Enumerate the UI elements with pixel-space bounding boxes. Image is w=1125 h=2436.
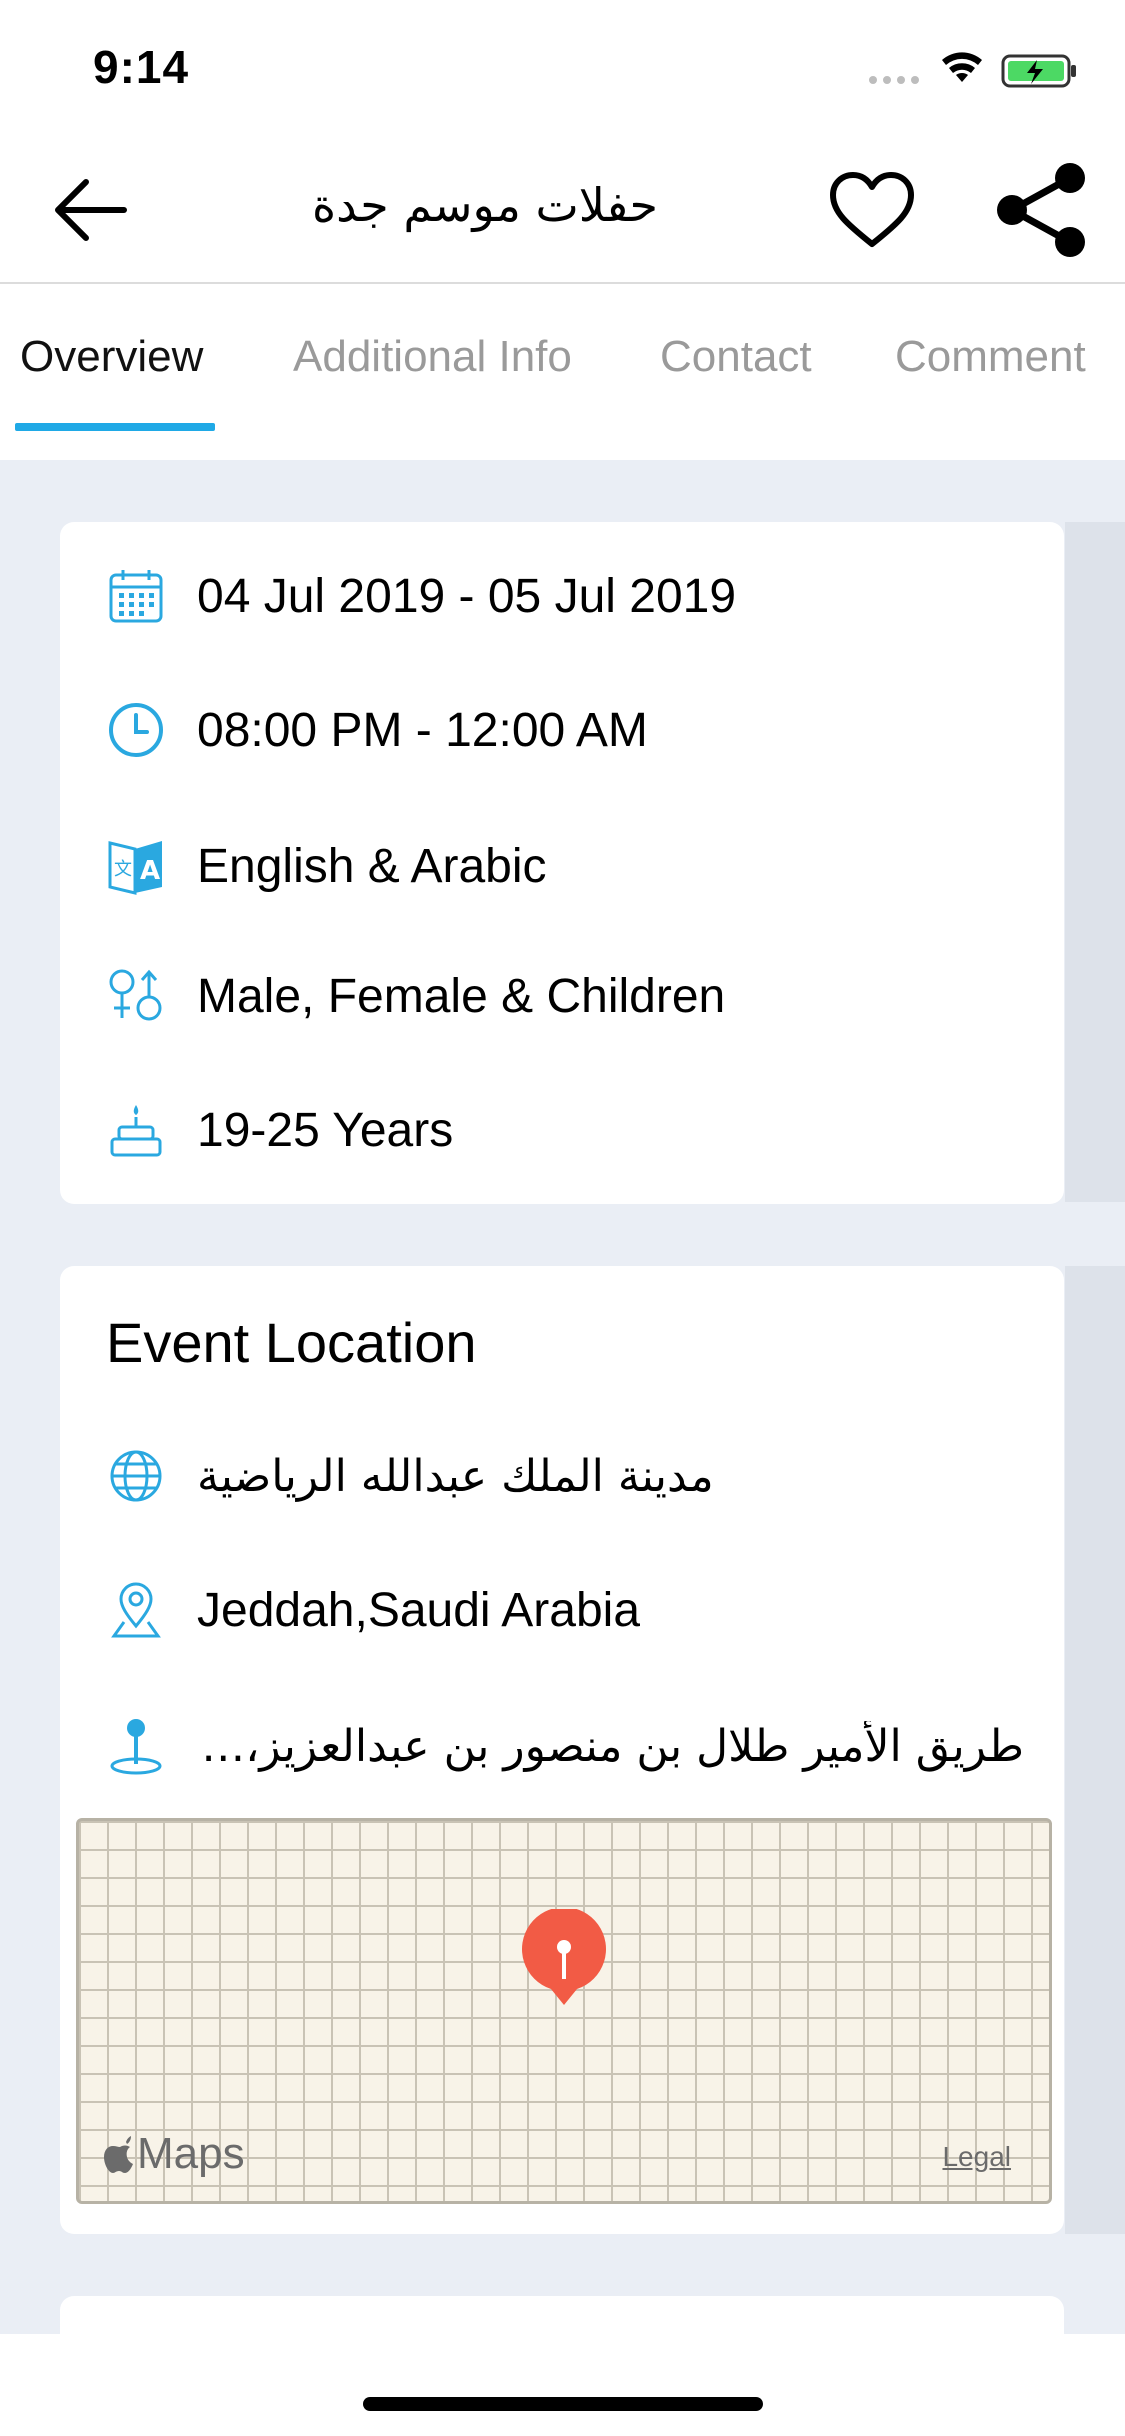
map-pin-icon[interactable] — [519, 1909, 609, 2009]
apple-maps-logo: Maps — [103, 2129, 245, 2179]
svg-text:A: A — [140, 856, 160, 886]
address: طريق الأمير طلال بن منصور بن عبدالعزيز، … — [197, 1720, 1024, 1772]
city-row: Jeddah,Saudi Arabia — [105, 1570, 1024, 1650]
battery-icon — [1001, 54, 1076, 88]
wifi-icon — [942, 52, 982, 82]
active-tab-indicator — [15, 423, 215, 431]
location-map[interactable]: Maps Legal — [76, 1818, 1052, 2204]
share-icon — [997, 163, 1085, 257]
card-edge — [1065, 522, 1125, 1202]
date-range: 04 Jul 2019 - 05 Jul 2019 — [197, 569, 737, 623]
time-row: 08:00 PM - 12:00 AM — [105, 690, 1024, 770]
location-pin-icon — [105, 1579, 167, 1641]
language-row: A 文 English & Arabic — [105, 826, 1024, 906]
tab-comment[interactable]: Comment — [895, 332, 1086, 382]
event-location-title: Event Location — [106, 1311, 477, 1374]
calendar-icon — [105, 565, 167, 627]
home-indicator-area — [0, 2334, 1125, 2436]
tab-overview[interactable]: Overview — [20, 332, 203, 382]
globe-icon — [105, 1445, 167, 1507]
svg-text:文: 文 — [114, 859, 132, 880]
venue-row: مدينة الملك عبدالله الرياضية — [105, 1436, 1024, 1516]
clock-icon — [105, 699, 167, 761]
apple-logo-icon — [104, 2136, 133, 2173]
status-icons — [865, 48, 1085, 92]
gender-icon — [105, 965, 167, 1027]
address-row: طريق الأمير طلال بن منصور بن عبدالعزيز، … — [105, 1706, 1024, 1786]
navigation-bar: حفلات موسم جدة — [0, 140, 1125, 284]
tab-additional-info[interactable]: Additional Info — [293, 332, 572, 382]
birthday-cake-icon — [105, 1099, 167, 1161]
audience-row: Male, Female & Children — [105, 956, 1024, 1036]
heart-icon — [830, 172, 914, 247]
overview-card: 04 Jul 2019 - 05 Jul 2019 08:00 PM - 12:… — [60, 522, 1064, 1204]
signal-icon — [869, 76, 919, 84]
venue-name: مدينة الملك عبدالله الرياضية — [197, 1450, 714, 1502]
date-row: 04 Jul 2019 - 05 Jul 2019 — [105, 556, 1024, 636]
back-arrow-icon — [55, 179, 127, 241]
home-indicator[interactable] — [363, 2397, 763, 2411]
time-range: 08:00 PM - 12:00 AM — [197, 703, 648, 757]
back-button[interactable] — [40, 160, 140, 260]
map-legal-link[interactable]: Legal — [942, 2141, 1011, 2173]
languages: English & Arabic — [197, 839, 547, 893]
map-marker-icon — [105, 1715, 167, 1777]
tab-bar: Overview Additional Info Contact Comment — [0, 284, 1125, 460]
age-row: 19-25 Years — [105, 1090, 1024, 1170]
status-bar: 9:14 — [0, 0, 1125, 140]
share-button[interactable] — [992, 160, 1092, 260]
page-title: حفلات موسم جدة — [312, 178, 658, 232]
maps-label: Maps — [137, 2129, 245, 2178]
favorite-button[interactable] — [822, 160, 922, 260]
status-time: 9:14 — [93, 41, 190, 93]
translate-icon: A 文 — [105, 835, 167, 897]
age-range: 19-25 Years — [197, 1103, 454, 1157]
location-card: Event Location مدينة الملك عبدالله الريا… — [60, 1266, 1064, 2234]
tab-contact[interactable]: Contact — [660, 332, 812, 382]
city: Jeddah,Saudi Arabia — [197, 1583, 641, 1637]
card-edge — [1065, 1266, 1125, 2234]
audience: Male, Female & Children — [197, 969, 726, 1023]
